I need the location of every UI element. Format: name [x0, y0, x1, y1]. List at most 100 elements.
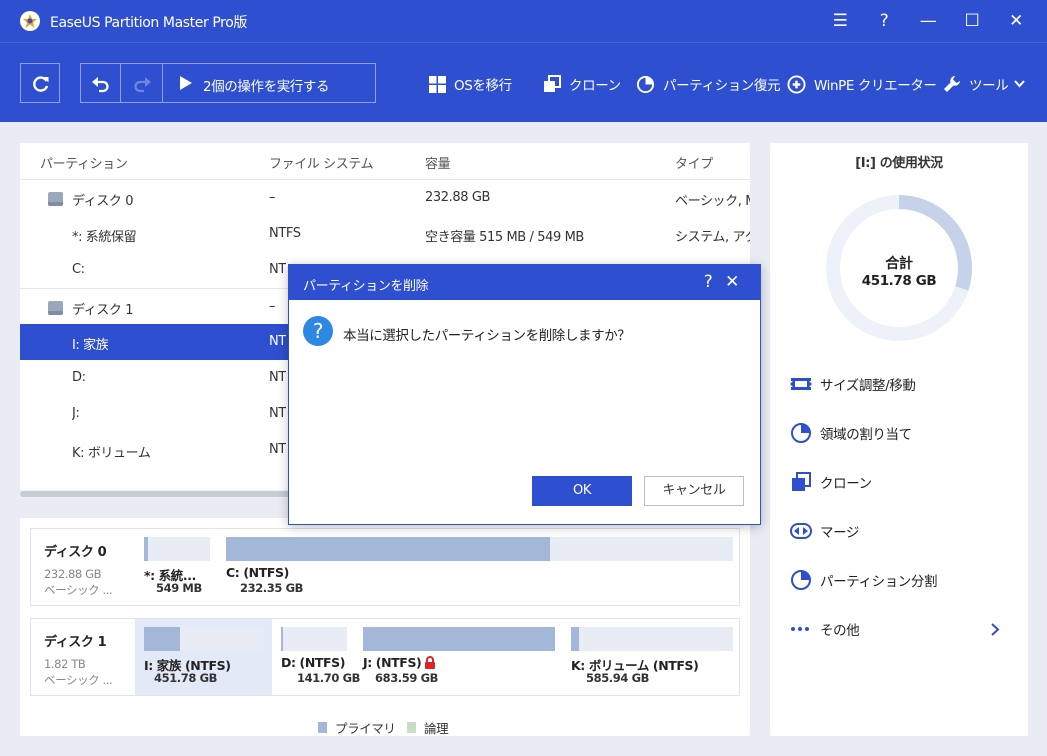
plus-circle-icon	[787, 74, 806, 94]
redo-button[interactable]	[121, 64, 163, 102]
undo-button[interactable]	[81, 64, 121, 102]
partition-fs: –	[269, 190, 276, 205]
redo-icon	[134, 77, 151, 93]
partition-usage-bar	[363, 627, 555, 651]
action-label: マージ	[820, 525, 860, 541]
merge-action[interactable]: マージ	[790, 520, 859, 542]
refresh-button[interactable]	[20, 63, 60, 103]
column-capacity[interactable]: 容量	[425, 153, 450, 172]
allocate-space-action[interactable]: 領域の割り当て	[790, 422, 912, 444]
partition-usage-bar	[226, 537, 733, 561]
legend-swatch-primary	[318, 722, 327, 733]
usage-title: [I:] の使用状況	[855, 156, 943, 171]
partition-size: 451.78 GB	[154, 671, 217, 685]
column-partition[interactable]: パーティション	[40, 153, 127, 172]
partition-block[interactable]: K: ボリューム (NTFS) 585.94 GB	[571, 627, 733, 687]
dialog-header: パーティションを削除 ? ✕	[289, 265, 760, 300]
winpe-creator-label: WinPE クリエーター	[814, 78, 937, 94]
legend-logical: 論理	[407, 718, 449, 737]
clone-button[interactable]: クローン	[543, 74, 621, 94]
app-logo-icon	[20, 11, 40, 31]
usage-total-label: 合計	[885, 256, 913, 272]
partition-label: J: (NTFS)	[363, 655, 422, 670]
undo-icon	[92, 77, 109, 93]
clone-icon	[544, 75, 561, 92]
partition-block-selected[interactable]: I: 家族 (NTFS) 451.78 GB	[144, 627, 264, 687]
migrate-os-label: OSを移行	[454, 78, 512, 94]
partition-size: 683.59 GB	[375, 671, 438, 685]
partition-size: 141.70 GB	[297, 671, 360, 685]
partition-usage-fill	[571, 627, 580, 651]
action-label: その他	[820, 623, 860, 639]
resize-icon	[790, 378, 812, 390]
legend-label: プライマリ	[335, 721, 396, 736]
merge-icon	[790, 523, 812, 539]
scrollbar-thumb[interactable]	[20, 491, 320, 497]
migrate-os-button[interactable]: OSを移行	[429, 74, 512, 94]
partition-usage-fill	[226, 537, 551, 561]
resize-move-action[interactable]: サイズ調整/移動	[790, 373, 916, 395]
partition-usage-bar	[281, 627, 347, 651]
help-icon[interactable]: ?	[870, 8, 898, 34]
clone-action[interactable]: クローン	[790, 471, 872, 493]
dialog-help-icon[interactable]: ?	[697, 271, 719, 293]
disk-icon	[48, 301, 63, 315]
cancel-button[interactable]: キャンセル	[644, 476, 744, 506]
partition-size: 549 MB	[156, 581, 202, 595]
partition-usage-bar	[571, 627, 733, 651]
column-type[interactable]: タイプ	[675, 153, 713, 172]
close-button[interactable]: ✕	[1002, 8, 1030, 34]
action-label: サイズ調整/移動	[820, 378, 916, 394]
partition-usage-fill	[144, 537, 148, 561]
legend-label: 論理	[424, 721, 449, 736]
partition-fs: –	[269, 299, 276, 314]
partition-name: K: ボリューム	[72, 446, 151, 461]
partition-fs: NT	[269, 262, 286, 277]
partition-block[interactable]: J: (NTFS) 683.59 GB	[363, 627, 555, 687]
chevron-right-icon	[991, 623, 1000, 636]
usage-total-value: 451.78 GB	[861, 273, 937, 289]
partition-list-header: パーティション ファイル システム 容量 タイプ	[20, 143, 750, 180]
partition-name: *: 系統保留	[72, 230, 137, 245]
minimize-button[interactable]: —	[914, 8, 942, 34]
maximize-button[interactable]: ☐	[958, 8, 986, 34]
partition-usage-fill	[144, 627, 180, 651]
menu-icon[interactable]: ☰	[826, 8, 854, 34]
partition-block[interactable]: *: 系統... 549 MB	[144, 537, 210, 597]
partition-recovery-button[interactable]: パーティション復元	[636, 74, 780, 94]
ok-button[interactable]: OK	[532, 476, 632, 506]
pie-icon	[791, 423, 811, 443]
tools-menu-button[interactable]: ツール	[943, 74, 1033, 94]
disk-kind: ベーシック ...	[44, 673, 113, 687]
partition-block[interactable]: D: (NTFS) 141.70 GB	[281, 627, 360, 687]
partition-type: ベーシック, MB	[675, 194, 750, 209]
disk-size: 1.82 TB	[44, 657, 86, 671]
disk-card[interactable]: ディスク 1 1.82 TB ベーシック ... I: 家族 (NTFS) 45…	[30, 618, 740, 696]
partition-name: C:	[72, 262, 85, 277]
winpe-creator-button[interactable]: WinPE クリエーター	[787, 74, 937, 94]
partition-name: ディスク 0	[72, 194, 134, 209]
disk-card[interactable]: ディスク 0 232.88 GB ベーシック ... *: 系統... 549 …	[30, 528, 740, 606]
chevron-down-icon	[1014, 80, 1026, 88]
partition-capacity: 空き容量 515 MB / 549 MB	[425, 230, 584, 245]
partition-size: 585.94 GB	[586, 671, 649, 685]
partition-usage-bar	[144, 627, 264, 651]
partition-usage-fill	[281, 627, 283, 651]
execute-operations-button[interactable]: 2個の操作を実行する	[163, 64, 375, 102]
partition-fs: NT	[269, 370, 286, 385]
clone-icon	[792, 472, 811, 491]
more-action[interactable]: その他	[790, 618, 1008, 640]
partition-block[interactable]: C: (NTFS) 232.35 GB	[226, 537, 733, 597]
delete-partition-dialog: パーティションを削除 ? ✕ ? 本当に選択したパーティションを削除しますか？ …	[288, 264, 761, 525]
split-partition-action[interactable]: パーティション分割	[790, 569, 937, 591]
partition-row[interactable]: *: 系統保留 NTFS 空き容量 515 MB / 549 MB システム, …	[20, 216, 750, 252]
partition-fs: NT	[269, 334, 286, 349]
operations-panel: [I:] の使用状況 合計 451.78 GB サイズ調整/移動 領域の割り当て…	[770, 143, 1028, 736]
column-filesystem[interactable]: ファイル システム	[269, 153, 373, 172]
refresh-icon	[33, 76, 49, 92]
action-label: パーティション分割	[820, 574, 938, 590]
disk-row[interactable]: ディスク 0 – 232.88 GB ベーシック, MB	[20, 180, 750, 216]
partition-capacity: 232.88 GB	[425, 190, 491, 205]
dialog-close-button[interactable]: ✕	[721, 271, 743, 293]
legend-swatch-logical	[407, 722, 416, 733]
